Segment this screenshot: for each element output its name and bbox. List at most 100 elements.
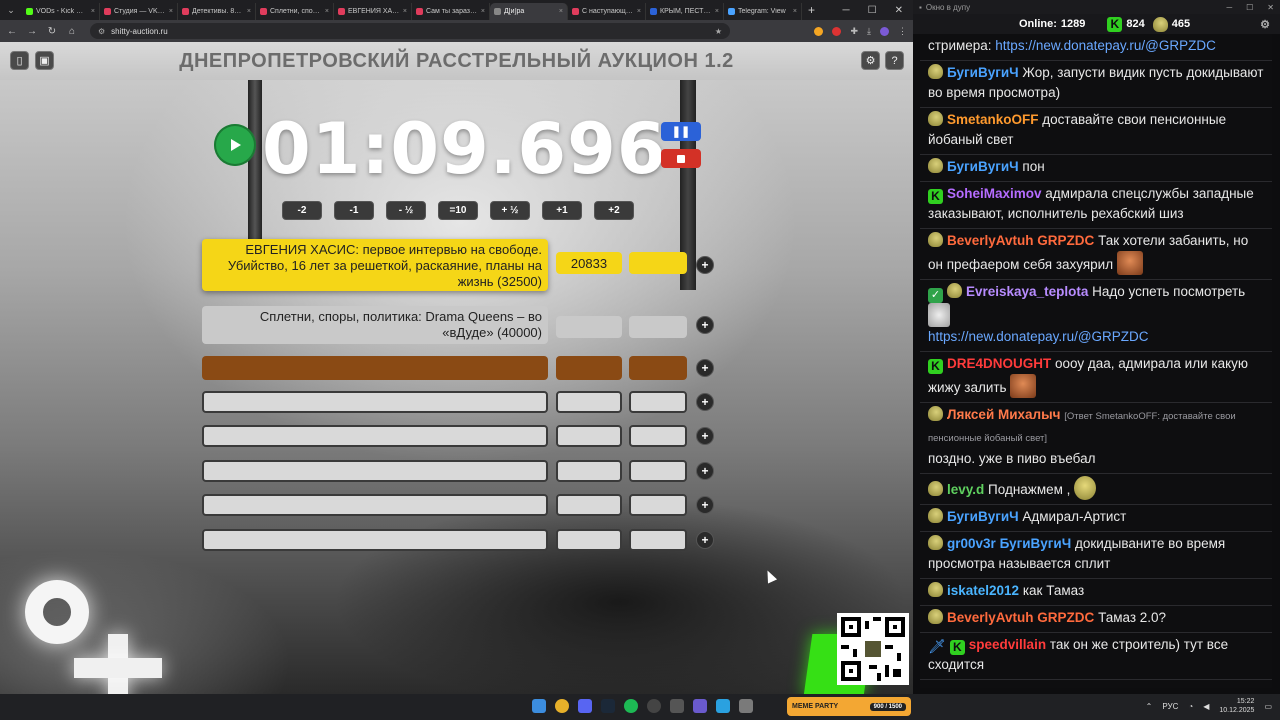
bookmark-star-icon[interactable]: ★	[715, 27, 722, 36]
tab-close-icon[interactable]: ×	[793, 8, 797, 15]
lot-percent-field[interactable]	[629, 460, 687, 482]
minimize-icon[interactable]: ─	[843, 5, 850, 16]
chat-username[interactable]: BeverlyAvtuh	[947, 233, 1034, 248]
add-bid-button[interactable]: +	[696, 359, 714, 377]
tray-chevron-icon[interactable]: ⌃	[1146, 702, 1153, 711]
tab-close-icon[interactable]: ×	[91, 8, 95, 15]
chat-username[interactable]: SmetankoOFF	[947, 112, 1039, 127]
lot-percent-field[interactable]	[629, 356, 687, 380]
chat-username[interactable]: Evreiskaya_teplota	[966, 284, 1088, 299]
lot-name-field[interactable]	[202, 529, 548, 551]
add-bid-button[interactable]: +	[696, 393, 714, 411]
lot-percent-field[interactable]	[629, 529, 687, 551]
spotify-icon[interactable]	[624, 699, 638, 713]
add-bid-button[interactable]: +	[696, 531, 714, 549]
browser-tab[interactable]: С наступающим ×	[568, 3, 646, 20]
app-icon[interactable]	[739, 699, 753, 713]
timer-step-button[interactable]: - ½	[386, 201, 426, 220]
lot-amount-field[interactable]: 20833	[556, 252, 622, 274]
lot-name-field[interactable]: Сплетни, споры, политика: Drama Queens –…	[202, 306, 548, 344]
chat-settings-icon[interactable]: ⚙	[1260, 18, 1270, 31]
chat-username[interactable]: DRE4DNOUGHT	[947, 356, 1051, 371]
forward-icon[interactable]: →	[26, 26, 38, 37]
lot-amount-field[interactable]	[556, 356, 622, 380]
close-icon[interactable]: ✕	[895, 5, 903, 16]
start-icon[interactable]	[532, 699, 546, 713]
add-bid-button[interactable]: +	[696, 256, 714, 274]
download-icon[interactable]: ⤓	[867, 26, 871, 37]
lot-name-field[interactable]	[202, 494, 548, 516]
telegram-icon[interactable]	[716, 699, 730, 713]
browser-tab[interactable]: КРЫМ, ПЕСТИЦИДЫ×	[646, 3, 724, 20]
add-bid-button[interactable]: +	[696, 462, 714, 480]
timer-step-button[interactable]: +1	[542, 201, 582, 220]
chat-mention[interactable]: GRPZDC	[1037, 233, 1094, 248]
timer-step-button[interactable]: + ½	[490, 201, 530, 220]
browser-tab[interactable]: Сам ты заразный ×	[412, 3, 490, 20]
lot-amount-field[interactable]	[556, 391, 622, 413]
lot-amount-field[interactable]	[556, 425, 622, 447]
add-bid-button[interactable]: +	[696, 316, 714, 334]
clock[interactable]: 15:22 10.12.2025	[1219, 697, 1254, 715]
lot-name-field[interactable]	[202, 356, 548, 380]
lot-name-field[interactable]	[202, 425, 548, 447]
timer-step-button[interactable]: -2	[282, 201, 322, 220]
chat-username[interactable]: Ляксей Михалыч	[947, 407, 1061, 422]
maximize-icon[interactable]: ☐	[1246, 3, 1253, 12]
chat-username[interactable]: iskatel2012	[947, 583, 1019, 598]
tab-close-icon[interactable]: ×	[481, 8, 485, 15]
extension-icon[interactable]	[832, 26, 842, 36]
lot-amount-field[interactable]	[556, 529, 622, 551]
chat-link[interactable]: https://new.donatepay.ru/@GRPZDC	[928, 329, 1149, 344]
chat-username[interactable]: levy.d	[947, 482, 984, 497]
tab-close-icon[interactable]: ×	[325, 8, 329, 15]
minimize-icon[interactable]: ─	[1226, 3, 1232, 12]
lot-name-field[interactable]	[202, 460, 548, 482]
close-icon[interactable]: ✕	[1267, 3, 1274, 12]
settings-gear-icon[interactable]: ⚙	[861, 51, 880, 70]
chat-username[interactable]: БугиВугиЧ	[947, 65, 1019, 80]
chat-username[interactable]: БугиВугиЧ	[947, 509, 1019, 524]
obs-icon[interactable]	[647, 699, 661, 713]
chat-mention[interactable]: БугиВугиЧ	[1000, 536, 1072, 551]
profile-avatar[interactable]	[880, 26, 889, 36]
tab-close-icon[interactable]: ×	[403, 8, 407, 15]
browser-tab[interactable]: Детективы. 83 серия×	[178, 3, 256, 20]
volume-icon[interactable]: ◀	[1203, 702, 1209, 711]
lot-percent-field[interactable]	[629, 425, 687, 447]
chat-username[interactable]: gr00v3r	[947, 536, 996, 551]
chat-username[interactable]: БугиВугиЧ	[947, 159, 1019, 174]
browser-tab[interactable]: Студия — VK Видео×	[100, 3, 178, 20]
browser-tab[interactable]: Д[и]ра ×	[490, 3, 568, 20]
chat-mention[interactable]: GRPZDC	[1037, 610, 1094, 625]
tab-close-icon[interactable]: ×	[637, 8, 641, 15]
chat-username[interactable]: speedvillain	[969, 637, 1046, 652]
site-info-icon[interactable]: ⚙	[98, 27, 105, 36]
tab-close-icon[interactable]: ×	[559, 8, 563, 15]
pause-button[interactable]: ❚❚	[661, 122, 701, 141]
browser-tab[interactable]: Сплетни, споры, политика×	[256, 3, 334, 20]
add-bid-button[interactable]: +	[696, 427, 714, 445]
tab-close-icon[interactable]: ×	[247, 8, 251, 15]
chat-username[interactable]: BeverlyAvtuh	[947, 610, 1034, 625]
timer-step-button[interactable]: -1	[334, 201, 374, 220]
lot-percent-field[interactable]	[629, 252, 687, 274]
browser-tab[interactable]: ЕВГЕНИЯ ХАСИС×	[334, 3, 412, 20]
maximize-icon[interactable]: ☐	[868, 5, 877, 16]
chat-message-list[interactable]: стримера: https://new.donatepay.ru/@GRPZ…	[920, 34, 1272, 688]
notification-icon[interactable]: ▭	[1264, 702, 1272, 711]
tab-search-icon[interactable]: ⌄	[0, 0, 22, 20]
lot-percent-field[interactable]	[629, 316, 687, 338]
url-input[interactable]: ⚙ shitty-auction.ru ★	[90, 23, 730, 39]
home-icon[interactable]: ⌂	[66, 26, 78, 37]
browser-tab[interactable]: VODs - Kick Dashboard×	[22, 3, 100, 20]
browser-tab[interactable]: Telegram: View ×	[724, 3, 802, 20]
lot-percent-field[interactable]	[629, 494, 687, 516]
wifi-icon[interactable]: ◔	[1188, 702, 1193, 711]
lot-name-field[interactable]	[202, 391, 548, 413]
add-bid-button[interactable]: +	[696, 496, 714, 514]
lot-percent-field[interactable]	[629, 391, 687, 413]
new-tab-button[interactable]: +	[808, 3, 815, 17]
app-icon[interactable]	[693, 699, 707, 713]
reload-icon[interactable]: ↻	[46, 26, 58, 37]
